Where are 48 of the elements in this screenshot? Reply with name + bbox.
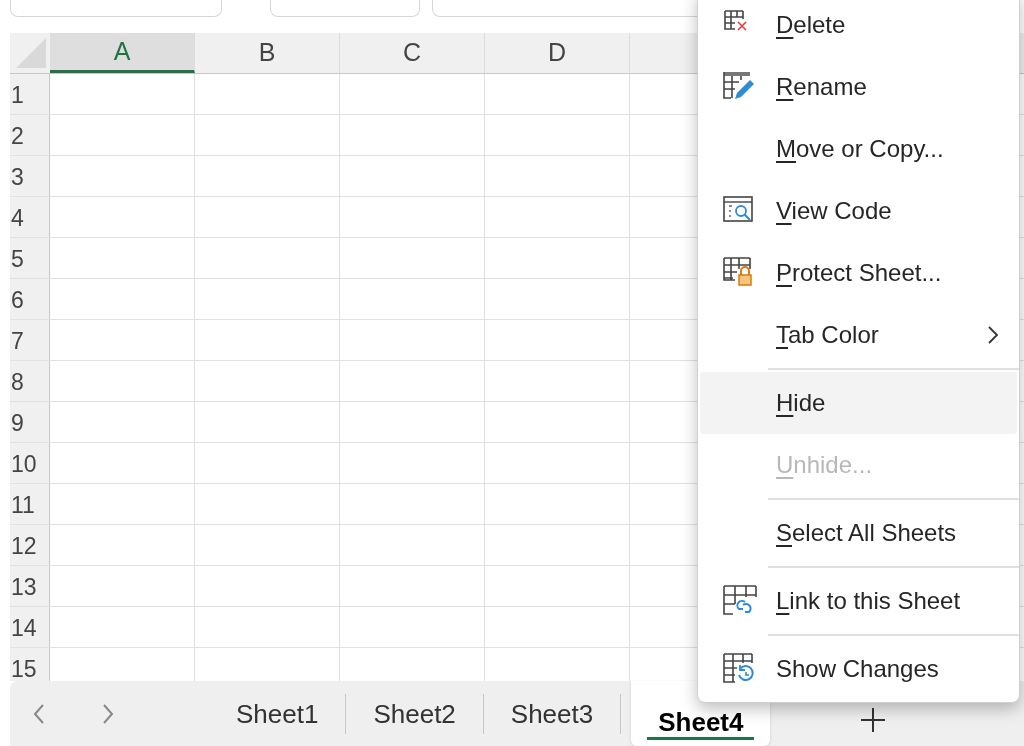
menu-item-label: View Code: [776, 196, 892, 226]
menu-item-label: Unhide...: [776, 450, 873, 480]
sheet-tab[interactable]: Sheet1: [209, 681, 346, 746]
row-header[interactable]: 1: [10, 74, 50, 114]
row-header[interactable]: 2: [10, 115, 50, 155]
row-header[interactable]: 14: [10, 607, 50, 647]
row-header[interactable]: 13: [10, 566, 50, 606]
column-header[interactable]: C: [340, 33, 485, 73]
menu-item[interactable]: Delete: [700, 0, 1017, 56]
row-header[interactable]: 4: [10, 197, 50, 237]
row-header[interactable]: 10: [10, 443, 50, 483]
menu-item-label: Delete: [776, 10, 846, 40]
menu-item[interactable]: Hide: [700, 372, 1017, 434]
menu-item[interactable]: Protect Sheet...: [700, 242, 1017, 304]
row-header[interactable]: 9: [10, 402, 50, 442]
column-header[interactable]: A: [50, 33, 195, 73]
menu-item-label: Move or Copy...: [776, 134, 944, 164]
menu-item-label: Tab Color: [776, 320, 879, 350]
formula-bar-field[interactable]: [270, 0, 420, 17]
menu-item[interactable]: Move or Copy...: [700, 118, 1017, 180]
column-header[interactable]: B: [195, 33, 340, 73]
formula-bar-field[interactable]: [10, 0, 222, 17]
sheet-tab[interactable]: Sheet3: [483, 681, 621, 746]
menu-item-label: Link to this Sheet: [776, 586, 961, 616]
menu-item-label: Show Changes: [776, 654, 939, 684]
row-header[interactable]: 6: [10, 279, 50, 319]
row-header[interactable]: 5: [10, 238, 50, 278]
menu-item[interactable]: Link to this Sheet: [700, 570, 1017, 632]
menu-item[interactable]: Select All Sheets: [700, 502, 1017, 564]
table-link-icon: [723, 585, 759, 617]
row-header[interactable]: 7: [10, 320, 50, 360]
menu-item[interactable]: Rename: [700, 56, 1017, 118]
menu-item-label: Hide: [776, 388, 826, 418]
menu-item-label: Rename: [776, 72, 867, 102]
menu-item-label: Protect Sheet...: [776, 258, 942, 288]
add-sheet-icon[interactable]: [860, 706, 887, 733]
menu-item[interactable]: Tab Color: [700, 304, 1017, 366]
scroll-right-icon[interactable]: [102, 702, 114, 725]
sheet-tab[interactable]: Sheet2: [346, 681, 483, 746]
row-header[interactable]: 12: [10, 525, 50, 565]
row-header[interactable]: 15: [10, 648, 50, 681]
menu-item-label: Select All Sheets: [776, 518, 957, 548]
row-header[interactable]: 11: [10, 484, 50, 524]
scroll-left-icon[interactable]: [33, 702, 45, 725]
row-header[interactable]: 3: [10, 156, 50, 196]
menu-item[interactable]: View Code: [700, 180, 1017, 242]
column-header[interactable]: D: [485, 33, 630, 73]
row-header[interactable]: 8: [10, 361, 50, 401]
